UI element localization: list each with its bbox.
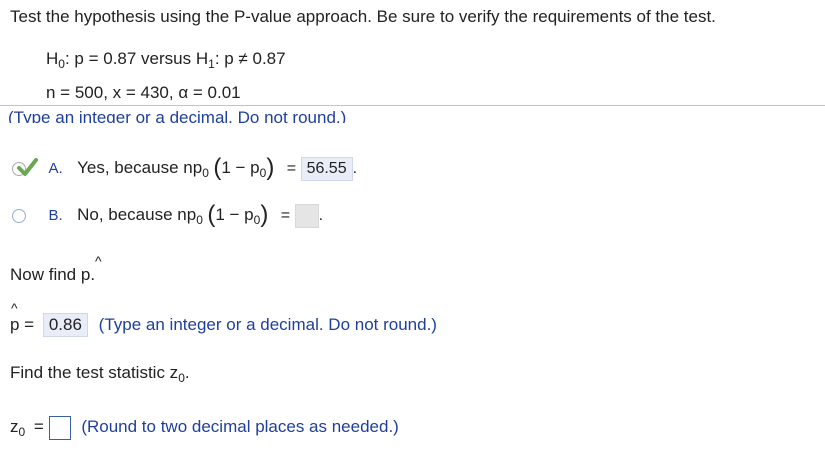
option-a-sub0: 0: [202, 166, 209, 180]
option-a-text: Yes, because np: [77, 158, 203, 177]
phat-prompt-hat: ^: [95, 253, 102, 269]
z-input[interactable]: [48, 415, 71, 440]
option-b-tail: .: [318, 207, 324, 224]
option-b-letter: B.: [48, 207, 63, 224]
phat-answer-row: p = 0.86 (Type an integer or a decimal. …: [10, 312, 437, 338]
cut-hint-text: (Type an integer or a decimal. Do not ro…: [8, 110, 347, 123]
phat-answer-hat: ^: [11, 300, 18, 316]
given-values: n = 500, x = 430, α = 0.01: [46, 83, 241, 102]
z-prompt: Find the test statistic z0.: [10, 363, 190, 385]
option-a-answer: 56.55: [300, 157, 353, 181]
option-b-radio[interactable]: [12, 199, 40, 233]
option-a-selected-radio[interactable]: [12, 157, 40, 179]
option-b-paren-open: (: [207, 201, 216, 228]
option-a-paren-close: ): [266, 154, 275, 181]
h1-subscript: 1: [208, 57, 215, 71]
hypotheses: H0: p = 0.87 versus H1: p ≠ 0.87: [46, 49, 286, 71]
option-a-paren-open: (: [213, 154, 222, 181]
hyp-text-1: : p = 0.87 versus H: [64, 49, 209, 68]
option-a-mid: 1 − p: [221, 158, 260, 177]
z-prompt-sub: 0: [178, 371, 185, 385]
z-answer-row: z0 = (Round to two decimal places as nee…: [10, 414, 399, 440]
z-prompt-tail: .: [184, 363, 190, 382]
h-letter: H: [46, 49, 59, 68]
option-a[interactable]: A. Yes, because np0 (1 − p0) = 56.55.: [12, 151, 357, 185]
phat-hint: (Type an integer or a decimal. Do not ro…: [98, 315, 437, 334]
option-b-answer-box: [294, 203, 319, 228]
section-divider: [0, 105, 825, 106]
h0-subscript: 0: [58, 57, 65, 71]
option-b-eq: =: [280, 207, 291, 224]
z-hint: (Round to two decimal places as needed.): [81, 417, 399, 436]
option-b-paren-close: ): [260, 201, 269, 228]
check-icon: [17, 157, 38, 176]
question-prompt: Test the hypothesis using the P-value ap…: [10, 7, 716, 26]
hyp-text-2: : p ≠ 0.87: [214, 49, 286, 68]
phat-prompt: Now find p.: [10, 265, 95, 285]
phat-answer-label: p =: [10, 315, 35, 334]
option-a-eq: =: [286, 160, 297, 177]
radio-icon: [12, 208, 26, 223]
z-eq: =: [33, 417, 44, 436]
option-b-mid: 1 − p: [215, 205, 254, 224]
phat-answer: 0.86: [42, 313, 88, 337]
option-b-text: No, because np: [77, 205, 197, 224]
phat-prompt-text: Now find p.: [10, 265, 96, 284]
z-label: z: [10, 417, 19, 436]
option-b[interactable]: B. No, because np0 (1 − p0) = .: [12, 198, 323, 232]
cut-hint: (Type an integer or a decimal. Do not ro…: [8, 110, 346, 123]
z-prompt-text: Find the test statistic z: [10, 363, 179, 382]
option-b-sub0: 0: [196, 213, 203, 227]
z-label-sub: 0: [18, 425, 26, 439]
option-a-letter: A.: [48, 160, 63, 177]
option-a-tail: .: [352, 160, 358, 177]
